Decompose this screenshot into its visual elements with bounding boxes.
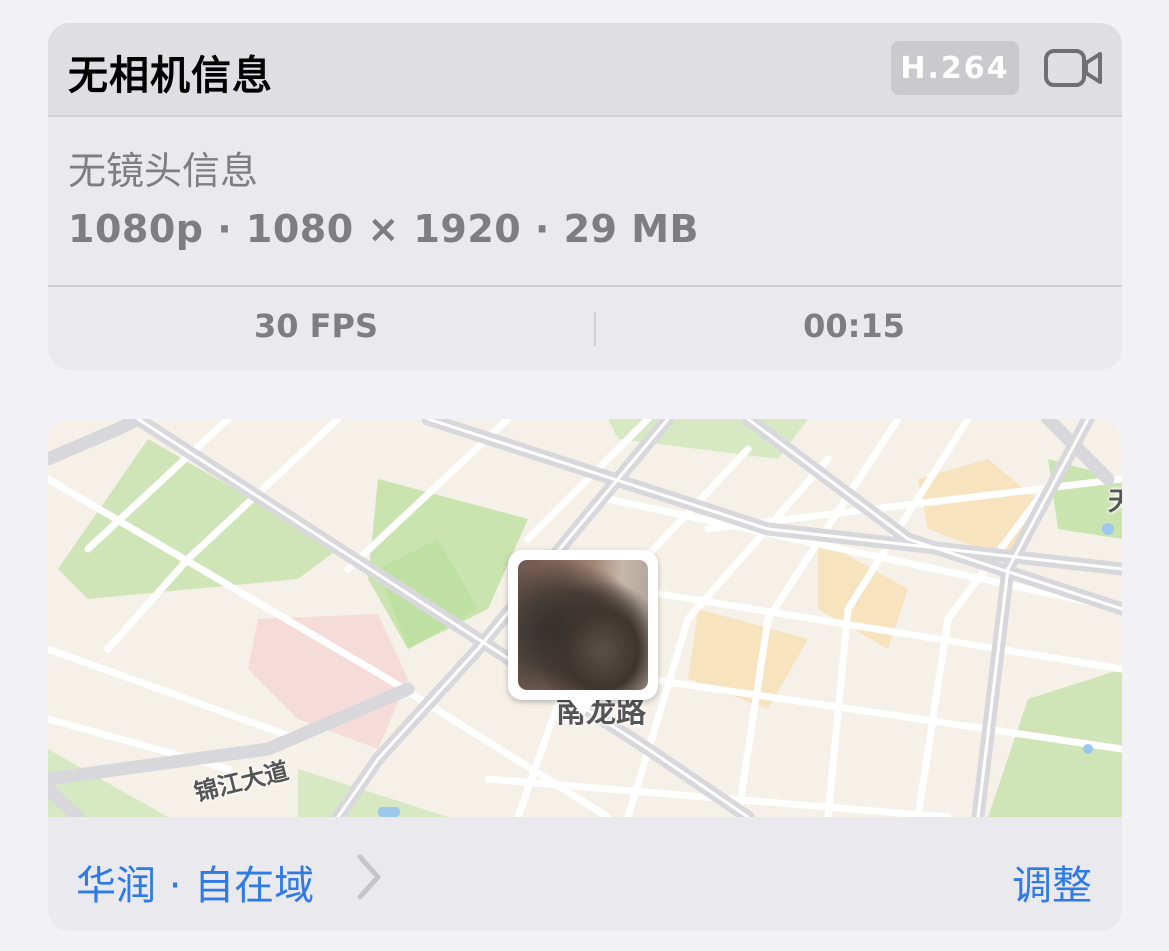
adjust-location-button[interactable]: 调整 bbox=[1012, 853, 1092, 911]
video-specs: 1080p · 1080 × 1920 · 29 MB bbox=[68, 207, 699, 251]
camera-info-card: 无相机信息 H.264 无镜头信息 1080p · 1080 × 1920 · … bbox=[48, 23, 1122, 370]
camera-title: 无相机信息 bbox=[68, 53, 273, 99]
location-link[interactable]: 华润 · 自在域 bbox=[76, 853, 314, 911]
road-label: 天 bbox=[1108, 487, 1122, 517]
location-map-card: 南龙路 锦江大道 天 华润 · 自在域 调整 bbox=[48, 419, 1122, 931]
codec-badge: H.264 bbox=[891, 41, 1019, 95]
lens-info: 无镜头信息 bbox=[68, 149, 259, 193]
frame-rate: 30 FPS bbox=[253, 307, 379, 345]
separator: · bbox=[203, 207, 246, 251]
photo-location-pin[interactable] bbox=[508, 550, 658, 716]
duration: 00:15 bbox=[803, 307, 905, 345]
info-header: 无相机信息 H.264 bbox=[48, 23, 1122, 117]
map-view[interactable]: 南龙路 锦江大道 天 bbox=[48, 419, 1122, 817]
video-camera-icon bbox=[1044, 48, 1104, 92]
separator: · bbox=[521, 207, 564, 251]
divider bbox=[48, 285, 1122, 287]
chevron-right-icon[interactable] bbox=[354, 853, 384, 905]
map-footer: 华润 · 自在域 调整 bbox=[48, 817, 1122, 931]
photo-thumbnail[interactable] bbox=[518, 560, 648, 690]
dimensions: 1080 × 1920 bbox=[245, 207, 522, 251]
file-size: 29 MB bbox=[563, 207, 699, 251]
resolution: 1080p bbox=[68, 207, 204, 251]
